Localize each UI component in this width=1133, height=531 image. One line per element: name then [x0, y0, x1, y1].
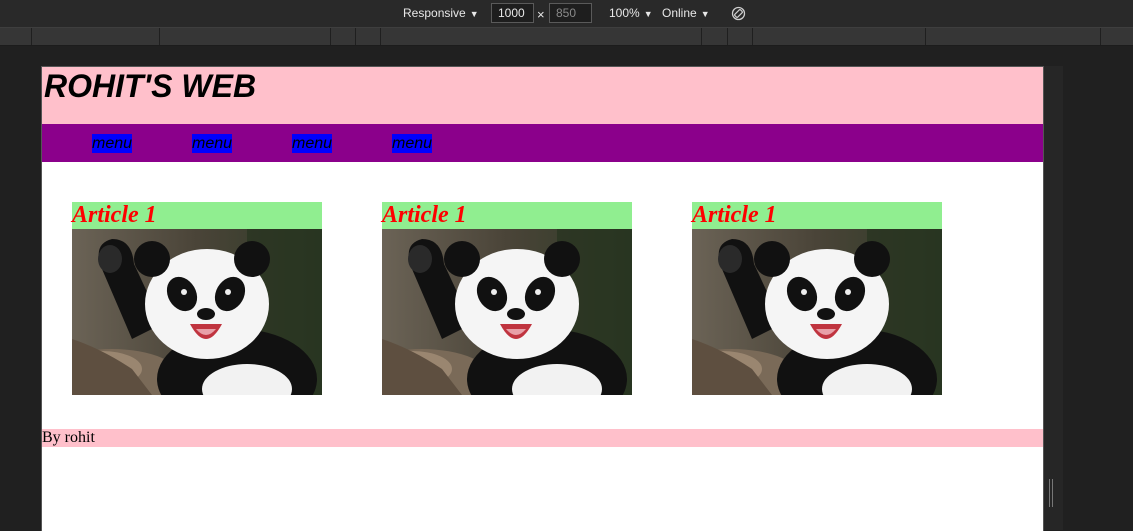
ruler-tick — [752, 28, 753, 45]
ruler-tick — [701, 28, 702, 45]
dropdown-arrow-icon: ▼ — [469, 9, 479, 19]
devtools-toolbar: Responsive▼ × 100%▼ Online▼ — [0, 0, 1133, 27]
article-title: Article 1 — [72, 202, 322, 229]
device-selector[interactable]: Responsive ▼ — [403, 0, 479, 27]
ruler-tick — [727, 28, 728, 45]
panda-image — [692, 229, 942, 395]
article-card: Article 1 — [72, 202, 322, 395]
media-query-ruler[interactable] — [0, 27, 1133, 46]
site-header: ROHIT'S WEB — [42, 67, 1043, 124]
site-nav: menu menu menu menu — [42, 124, 1043, 162]
nav-menu-link-1[interactable]: menu — [92, 134, 132, 153]
site-title: ROHIT'S WEB — [44, 68, 257, 104]
article-card: Article 1 — [692, 202, 942, 395]
viewport-height-input[interactable] — [549, 3, 592, 23]
device-viewport: ROHIT'S WEB menu menu menu menu Article … — [41, 66, 1044, 531]
dropdown-arrow-icon: ▼ — [700, 9, 710, 19]
ruler-tick — [925, 28, 926, 45]
zoom-label: 100% — [609, 6, 640, 20]
ruler-tick — [330, 28, 331, 45]
site-footer: By rohit — [42, 429, 1043, 447]
article-title: Article 1 — [382, 202, 632, 229]
panda-image — [72, 229, 322, 395]
zoom-selector[interactable]: 100% ▼ — [609, 0, 653, 27]
resize-handle-icon[interactable] — [1049, 479, 1055, 507]
ruler-tick — [355, 28, 356, 45]
network-label: Online — [662, 6, 697, 20]
device-label: Responsive — [403, 6, 466, 20]
panda-image — [382, 229, 632, 395]
dimension-separator: × — [537, 7, 545, 22]
ruler-tick — [31, 28, 32, 45]
nav-menu-link-3[interactable]: menu — [292, 134, 332, 153]
nav-menu-link-4[interactable]: menu — [392, 134, 432, 153]
nav-menu-link-2[interactable]: menu — [192, 134, 232, 153]
rotate-icon[interactable] — [731, 6, 746, 21]
viewport-shadow — [1043, 66, 1063, 530]
viewport-width-input[interactable] — [491, 3, 534, 23]
ruler-tick — [159, 28, 160, 45]
dropdown-arrow-icon: ▼ — [643, 9, 653, 19]
article-card: Article 1 — [382, 202, 632, 395]
ruler-tick — [1100, 28, 1101, 45]
network-throttle-selector[interactable]: Online ▼ — [662, 0, 710, 27]
article-title: Article 1 — [692, 202, 942, 229]
ruler-tick — [380, 28, 381, 45]
